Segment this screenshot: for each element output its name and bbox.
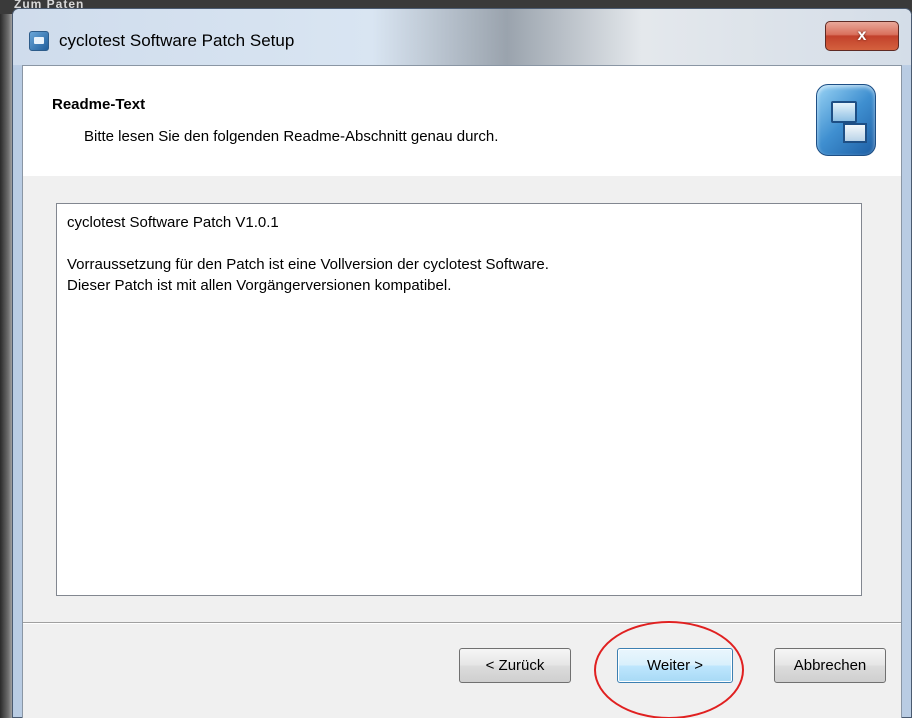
screen: Zum Paten cyclotest Software Patch Setup… (0, 0, 912, 718)
close-button[interactable]: x (825, 21, 899, 51)
header-divider (23, 175, 901, 176)
readme-blank-line (67, 233, 851, 254)
readme-line: Vorraussetzung für den Patch ist eine Vo… (67, 256, 549, 273)
page-subtitle: Bitte lesen Sie den folgenden Readme-Abs… (84, 128, 499, 145)
button-area-divider (23, 622, 901, 624)
setup-computer-icon (816, 84, 876, 156)
window-title: cyclotest Software Patch Setup (59, 31, 295, 50)
back-button[interactable]: < Zurück (459, 648, 571, 683)
dialog-client-area: Readme-Text Bitte lesen Sie den folgende… (22, 65, 902, 718)
cancel-button[interactable]: Abbrechen (774, 648, 886, 683)
readme-line: cyclotest Software Patch V1.0.1 (67, 214, 279, 231)
title-bar[interactable]: cyclotest Software Patch Setup x (13, 9, 911, 65)
readme-textbox[interactable]: cyclotest Software Patch V1.0.1 Vorrauss… (56, 203, 862, 596)
box-shape (843, 123, 867, 143)
next-button[interactable]: Weiter > (617, 648, 733, 683)
setup-window: cyclotest Software Patch Setup x Readme-… (12, 8, 912, 718)
page-title: Readme-Text (52, 96, 146, 113)
wizard-header: Readme-Text Bitte lesen Sie den folgende… (23, 66, 901, 176)
monitor-shape (831, 101, 857, 123)
readme-line: Dieser Patch ist mit allen Vorgängervers… (67, 277, 452, 294)
app-icon (29, 31, 49, 51)
